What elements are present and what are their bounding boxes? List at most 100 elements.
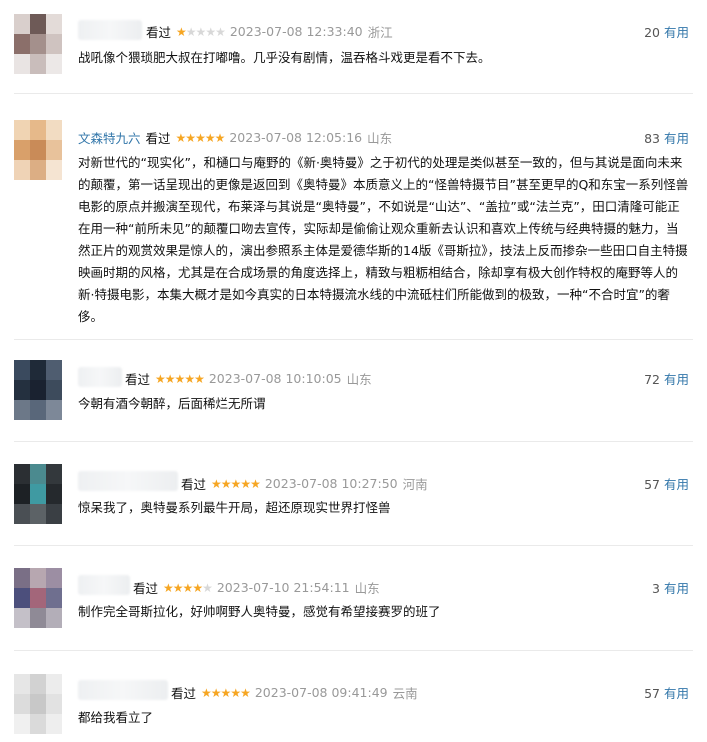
star-filled-icon: ★	[211, 476, 222, 491]
blurred-username	[78, 20, 142, 40]
useful-button[interactable]: 有用	[664, 131, 689, 146]
review-content: 都给我看立了	[78, 710, 154, 725]
useful-vote[interactable]: 72 有用	[644, 369, 689, 388]
rating-stars: ★ ★ ★ ★ ★	[175, 130, 226, 145]
star-filled-icon: ★	[201, 685, 212, 700]
avatar[interactable]	[14, 568, 62, 628]
useful-button[interactable]: 有用	[664, 477, 689, 492]
useful-button[interactable]: 有用	[664, 372, 689, 387]
star-filled-icon: ★	[240, 476, 251, 491]
star-filled-icon: ★	[204, 130, 216, 145]
star-empty-icon: ★	[195, 24, 207, 39]
rating-stars: ★ ★ ★ ★ ★	[211, 476, 261, 491]
divider	[14, 93, 693, 94]
review-content: 惊呆我了，奥特曼系列最牛开局，超还原现实世界打怪兽	[78, 500, 391, 515]
review-location: 浙江	[367, 25, 393, 40]
rating-stars: ★ ★ ★ ★ ★	[201, 685, 251, 700]
review-location: 山东	[346, 372, 372, 387]
star-filled-icon: ★	[172, 580, 184, 595]
review-time: 2023-07-08 10:27:50	[264, 476, 398, 491]
useful-vote[interactable]: 57 有用	[644, 474, 689, 493]
divider	[14, 650, 693, 651]
divider	[14, 545, 693, 546]
review-meta: 看过 ★ ★ ★ ★ ★ 2023-07-10 21:54:11 山东	[133, 578, 380, 597]
useful-button[interactable]: 有用	[664, 581, 689, 596]
review-meta: 看过 ★ ★ ★ ★ ★ 2023-07-08 10:27:50 河南	[181, 474, 428, 493]
watch-status: 看过	[171, 686, 197, 701]
star-filled-icon: ★	[250, 476, 261, 491]
star-filled-icon: ★	[230, 476, 242, 491]
avatar[interactable]	[14, 464, 62, 524]
star-empty-icon: ★	[202, 580, 213, 595]
blurred-username	[78, 680, 168, 700]
blurred-username	[78, 471, 178, 491]
divider	[14, 441, 693, 442]
star-filled-icon: ★	[220, 685, 232, 700]
star-filled-icon: ★	[185, 130, 196, 145]
star-empty-icon: ★	[205, 24, 216, 39]
review-content: 战吼像个猥琐肥大叔在打嘟噜。几乎没有剧情，温吞格斗戏更是看不下去。	[78, 50, 491, 65]
useful-vote[interactable]: 3 有用	[652, 578, 689, 597]
review-meta: 看过 ★ ★ ★ ★ ★ 2023-07-08 10:10:05 山东	[125, 369, 372, 388]
star-filled-icon: ★	[176, 24, 187, 39]
avatar[interactable]	[14, 14, 62, 74]
rating-stars: ★ ★ ★ ★ ★	[155, 371, 205, 386]
watch-status: 看过	[125, 372, 151, 387]
star-filled-icon: ★	[174, 371, 186, 386]
blurred-username	[78, 575, 130, 595]
star-filled-icon: ★	[155, 371, 166, 386]
star-filled-icon: ★	[220, 476, 232, 491]
star-empty-icon: ★	[185, 24, 197, 39]
review-content: 对新世代的“现实化”，和樋口与庵野的《新·奥特曼》之于初代的处理是类似甚至一致的…	[78, 155, 689, 324]
star-filled-icon: ★	[195, 130, 206, 145]
star-filled-icon: ★	[175, 130, 187, 145]
blurred-username	[78, 367, 122, 387]
star-filled-icon: ★	[163, 580, 174, 595]
useful-button[interactable]: 有用	[664, 686, 689, 701]
star-filled-icon: ★	[240, 685, 251, 700]
watch-status: 看过	[146, 25, 172, 40]
review-location: 山东	[354, 581, 380, 596]
star-filled-icon: ★	[192, 580, 203, 595]
star-filled-icon: ★	[214, 130, 226, 145]
review-location: 云南	[392, 686, 418, 701]
star-empty-icon: ★	[215, 24, 226, 39]
review-meta: 看过 ★ ★ ★ ★ ★ 2023-07-08 09:41:49 云南	[171, 683, 418, 702]
review-time: 2023-07-08 12:05:16	[229, 130, 363, 145]
review-time: 2023-07-08 10:10:05	[208, 371, 342, 386]
useful-vote[interactable]: 20 有用	[644, 22, 689, 41]
useful-count: 57	[644, 686, 660, 701]
divider	[14, 339, 693, 340]
useful-vote[interactable]: 83 有用	[644, 128, 689, 147]
useful-count: 20	[644, 25, 660, 40]
rating-stars: ★ ★ ★ ★ ★	[163, 580, 213, 595]
star-filled-icon: ★	[164, 371, 176, 386]
star-filled-icon: ★	[194, 371, 205, 386]
star-filled-icon: ★	[184, 371, 195, 386]
star-filled-icon: ★	[210, 685, 222, 700]
useful-count: 83	[644, 131, 660, 146]
review-content: 制作完全哥斯拉化，好帅啊野人奥特曼，感觉有希望接赛罗的班了	[78, 604, 441, 619]
username-link[interactable]: 文森特九六	[78, 128, 141, 147]
avatar[interactable]	[14, 120, 62, 180]
review-time: 2023-07-08 09:41:49	[254, 685, 388, 700]
review-meta: 文森特九六 看过 ★ ★ ★ ★ ★ 2023-07-08 12:05:16 山东	[78, 128, 392, 147]
avatar[interactable]	[14, 360, 62, 420]
avatar[interactable]	[14, 674, 62, 734]
useful-vote[interactable]: 57 有用	[644, 683, 689, 702]
review-location: 山东	[367, 131, 393, 146]
useful-button[interactable]: 有用	[664, 25, 689, 40]
star-filled-icon: ★	[182, 580, 194, 595]
watch-status: 看过	[133, 581, 159, 596]
watch-status: 看过	[145, 131, 171, 146]
review-time: 2023-07-08 12:33:40	[229, 24, 363, 39]
review-time: 2023-07-10 21:54:11	[216, 580, 350, 595]
rating-stars: ★ ★ ★ ★ ★	[176, 24, 226, 39]
useful-count: 3	[652, 581, 660, 596]
useful-count: 72	[644, 372, 660, 387]
review-meta: 看过 ★ ★ ★ ★ ★ 2023-07-08 12:33:40 浙江	[146, 22, 393, 41]
review-location: 河南	[402, 477, 428, 492]
star-filled-icon: ★	[230, 685, 241, 700]
review-content: 今朝有酒今朝醉，后面稀烂无所谓	[78, 396, 266, 411]
useful-count: 57	[644, 477, 660, 492]
